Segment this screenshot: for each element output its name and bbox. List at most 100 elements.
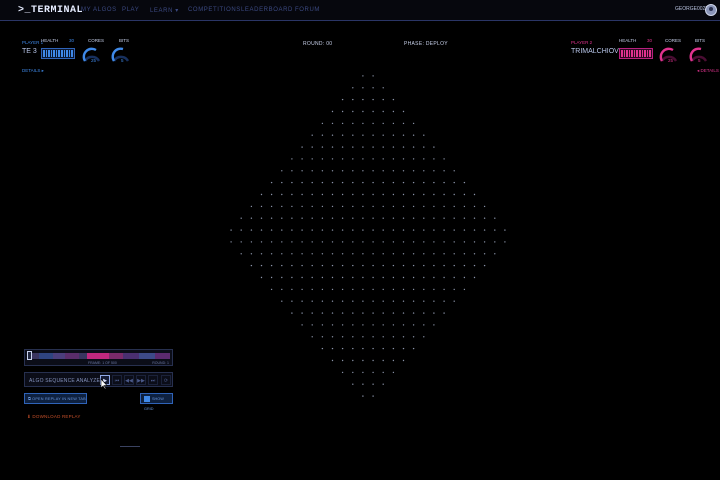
- board-tile[interactable]: [453, 253, 455, 255]
- board-tile[interactable]: [423, 312, 425, 314]
- board-tile[interactable]: [362, 264, 364, 267]
- board-tile[interactable]: [494, 241, 496, 243]
- board-tile[interactable]: [382, 336, 384, 338]
- board-tile[interactable]: [352, 87, 354, 89]
- board-tile[interactable]: [392, 359, 395, 362]
- board-tile[interactable]: [402, 122, 405, 125]
- board-tile[interactable]: [453, 170, 455, 172]
- board-tile[interactable]: [372, 288, 374, 291]
- board-tile[interactable]: [362, 288, 364, 291]
- user-name[interactable]: GEORGE0023: [675, 6, 708, 12]
- board-tile[interactable]: [352, 193, 354, 196]
- board-tile[interactable]: [281, 241, 283, 243]
- board-tile[interactable]: [382, 98, 384, 101]
- board-tile[interactable]: [301, 253, 303, 255]
- board-tile[interactable]: [402, 229, 405, 231]
- board-tile[interactable]: [352, 347, 354, 350]
- board-tile[interactable]: [412, 205, 415, 208]
- board-tile[interactable]: [402, 276, 405, 279]
- board-tile[interactable]: [473, 205, 476, 208]
- board-tile[interactable]: [352, 170, 354, 172]
- board-tile[interactable]: [412, 170, 415, 172]
- board-tile[interactable]: [433, 170, 435, 172]
- board-tile[interactable]: [281, 264, 283, 267]
- board-tile[interactable]: [321, 181, 324, 184]
- board-tile[interactable]: [433, 241, 435, 243]
- board-tile[interactable]: [382, 276, 384, 279]
- board-tile[interactable]: [250, 253, 253, 255]
- board-tile[interactable]: [281, 217, 283, 219]
- board-tile[interactable]: [301, 300, 303, 302]
- board-tile[interactable]: [402, 347, 405, 350]
- board-tile[interactable]: [311, 312, 313, 314]
- board-tile[interactable]: [331, 336, 334, 338]
- board-tile[interactable]: [382, 253, 384, 255]
- board-tile[interactable]: [331, 264, 334, 267]
- board-tile[interactable]: [443, 253, 445, 255]
- board-tile[interactable]: [352, 146, 354, 148]
- step-forward-button[interactable]: ▶▶: [136, 375, 146, 385]
- terminal-logo[interactable]: >_TERMINAL: [18, 5, 83, 16]
- board-tile[interactable]: [412, 146, 415, 148]
- board-tile[interactable]: [463, 264, 466, 267]
- board-tile[interactable]: [412, 229, 415, 231]
- board-tile[interactable]: [331, 170, 334, 172]
- board-tile[interactable]: [321, 241, 324, 243]
- board-tile[interactable]: [341, 241, 344, 243]
- replay-timeline[interactable]: FRAME: 1 OF 500 ROUND: 1: [24, 349, 173, 366]
- board-tile[interactable]: [443, 276, 445, 279]
- board-tile[interactable]: [392, 181, 395, 184]
- board-tile[interactable]: [352, 181, 354, 184]
- board-tile[interactable]: [341, 229, 344, 231]
- board-tile[interactable]: [483, 229, 486, 231]
- board-tile[interactable]: [270, 264, 273, 267]
- board-tile[interactable]: [331, 276, 334, 279]
- skip-start-button[interactable]: ⏮: [112, 375, 122, 385]
- board-tile[interactable]: [321, 324, 324, 326]
- board-tile[interactable]: [362, 98, 364, 101]
- board-tile[interactable]: [341, 371, 344, 374]
- board-tile[interactable]: [270, 181, 273, 184]
- board-tile[interactable]: [352, 229, 354, 231]
- board-tile[interactable]: [494, 229, 496, 231]
- board-tile[interactable]: [321, 217, 324, 219]
- board-tile[interactable]: [260, 193, 263, 196]
- board-tile[interactable]: [301, 181, 303, 184]
- nav-my-algos[interactable]: MY ALGOS: [81, 7, 117, 13]
- board-tile[interactable]: [352, 205, 354, 208]
- board-tile[interactable]: [362, 217, 364, 219]
- board-tile[interactable]: [331, 134, 334, 136]
- board-tile[interactable]: [372, 217, 374, 219]
- board-tile[interactable]: [372, 110, 374, 113]
- board-tile[interactable]: [402, 300, 405, 302]
- board-tile[interactable]: [341, 98, 344, 101]
- board-tile[interactable]: [392, 276, 395, 279]
- board-tile[interactable]: [291, 312, 293, 314]
- board-tile[interactable]: [443, 288, 445, 291]
- board-tile[interactable]: [362, 134, 364, 136]
- board-tile[interactable]: [433, 146, 435, 148]
- board-tile[interactable]: [443, 312, 445, 314]
- board-tile[interactable]: [382, 241, 384, 243]
- board-tile[interactable]: [433, 264, 435, 267]
- board-tile[interactable]: [443, 264, 445, 267]
- board-tile[interactable]: [341, 158, 344, 160]
- board-tile[interactable]: [311, 181, 313, 184]
- board-tile[interactable]: [463, 217, 466, 219]
- board-tile[interactable]: [331, 217, 334, 219]
- board-tile[interactable]: [311, 336, 313, 338]
- board-tile[interactable]: [372, 253, 374, 255]
- board-tile[interactable]: [301, 324, 303, 326]
- board-tile[interactable]: [412, 134, 415, 136]
- board-tile[interactable]: [301, 312, 303, 314]
- board-tile[interactable]: [311, 146, 313, 148]
- board-tile[interactable]: [352, 253, 354, 255]
- board-tile[interactable]: [423, 253, 425, 255]
- board-tile[interactable]: [382, 122, 384, 125]
- board-tile[interactable]: [362, 170, 364, 172]
- board-tile[interactable]: [362, 395, 364, 397]
- board-tile[interactable]: [260, 276, 263, 279]
- board-tile[interactable]: [382, 300, 384, 302]
- board-tile[interactable]: [331, 205, 334, 208]
- board-tile[interactable]: [291, 170, 293, 172]
